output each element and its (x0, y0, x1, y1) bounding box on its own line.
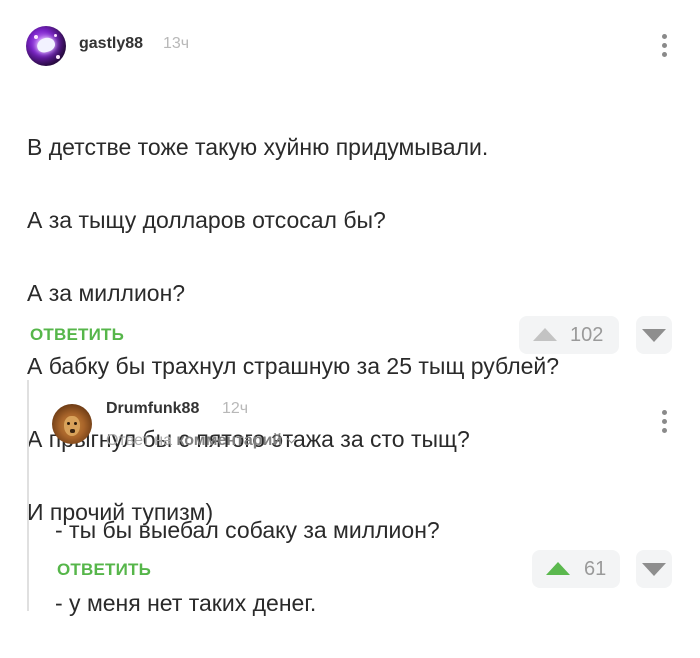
vote-up-button[interactable]: 102 (519, 316, 619, 354)
comment-line: А за тыщу долларов отсосал бы? (27, 206, 386, 233)
reply-to-target[interactable]: комментарий (176, 432, 282, 449)
chevron-down-icon[interactable] (286, 433, 297, 444)
comment-username[interactable]: gastly88 (79, 35, 143, 53)
vote-count: 102 (570, 324, 604, 346)
reply-to-prefix: Ответ на (106, 432, 172, 449)
thread-line (27, 380, 29, 611)
avatar[interactable] (52, 404, 92, 444)
arrow-up-icon (546, 562, 570, 575)
comment-username[interactable]: Drumfunk88 (106, 400, 199, 418)
vote-up-button[interactable]: 61 (532, 550, 620, 588)
reply-button[interactable]: ОТВЕТИТЬ (30, 325, 124, 345)
reply-button[interactable]: ОТВЕТИТЬ (57, 560, 151, 580)
comment-line: - у меня нет таких денег. (55, 589, 317, 616)
more-vertical-icon[interactable] (662, 34, 668, 61)
reply-to-link[interactable]: Ответ на комментарий (106, 432, 297, 450)
vote-down-button[interactable] (636, 550, 672, 588)
comment-time: 13ч (163, 35, 190, 52)
arrow-down-icon (642, 329, 666, 342)
comment-line: - ты бы выебал собаку за миллион? (55, 516, 440, 543)
avatar[interactable] (26, 26, 66, 66)
comment-line: В детстве тоже такую хуйню придумывали. (27, 133, 489, 160)
arrow-down-icon (642, 563, 666, 576)
vote-down-button[interactable] (636, 316, 672, 354)
comment-line: А за миллион? (27, 279, 186, 306)
vote-count: 61 (584, 558, 607, 580)
more-vertical-icon[interactable] (662, 410, 668, 437)
arrow-up-icon (533, 328, 557, 341)
comment-time: 12ч (222, 400, 249, 417)
